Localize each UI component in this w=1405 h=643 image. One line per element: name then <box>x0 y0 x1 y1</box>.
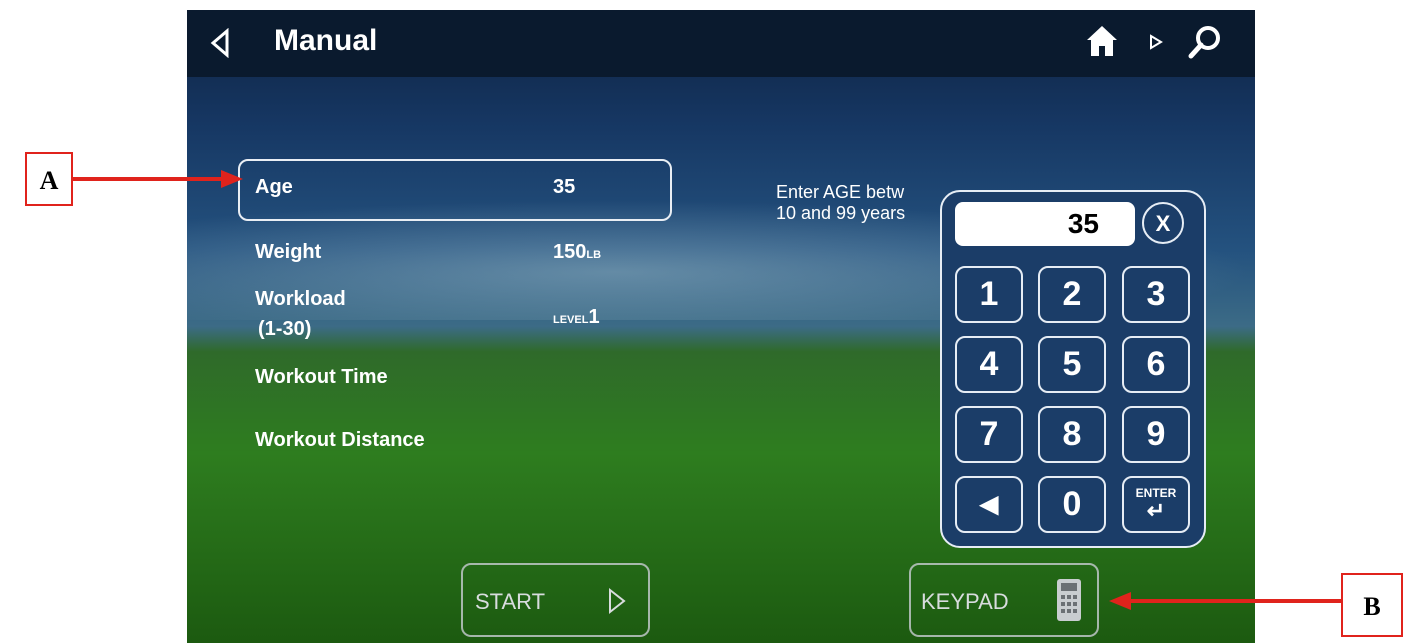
start-button-label: START <box>475 589 546 614</box>
weight-number: 150 <box>553 241 587 263</box>
key-3[interactable]: 3 <box>1122 266 1190 323</box>
key-2[interactable]: 2 <box>1038 266 1106 323</box>
page-title: Manual <box>274 24 378 57</box>
workload-value: LEVEL1 <box>553 306 600 329</box>
calculator-icon <box>1057 579 1081 621</box>
workout-time-label[interactable]: Workout Time <box>255 366 388 389</box>
workload-number: 1 <box>588 306 600 328</box>
weight-value: 150LB <box>553 241 601 264</box>
weight-unit: LB <box>586 249 602 261</box>
home-icon[interactable] <box>1085 24 1119 58</box>
back-icon[interactable] <box>209 28 231 58</box>
key-5[interactable]: 5 <box>1038 336 1106 393</box>
key-6[interactable]: 6 <box>1122 336 1190 393</box>
start-arrow-icon <box>609 587 626 615</box>
key-8[interactable]: 8 <box>1038 406 1106 463</box>
workload-label[interactable]: Workload <box>255 288 346 311</box>
age-hint-line1: Enter AGE betw <box>776 182 905 202</box>
weight-label[interactable]: Weight <box>255 241 321 264</box>
search-icon[interactable] <box>1187 24 1223 60</box>
callout-a: A <box>25 152 73 206</box>
machine-screen: Manual Age 35 Weight 150LB Workload (1-3… <box>187 10 1255 643</box>
callout-b: B <box>1341 573 1403 637</box>
age-hint-line2: 10 and 99 years <box>776 203 906 223</box>
top-bar: Manual <box>187 10 1255 77</box>
key-7[interactable]: 7 <box>955 406 1023 463</box>
keypad-button-label: KEYPAD <box>921 589 1009 614</box>
keypad-button[interactable]: KEYPAD <box>909 563 1099 637</box>
age-hint: Enter AGE betw 10 and 99 years <box>776 182 956 224</box>
enter-key[interactable]: ENTER ↵ <box>1122 476 1190 533</box>
numeric-keypad: 35 X 1 2 3 4 5 6 7 8 9 ◀ 0 ENTER ↵ <box>940 190 1206 548</box>
age-row[interactable] <box>238 159 672 221</box>
key-1[interactable]: 1 <box>955 266 1023 323</box>
clear-button[interactable]: X <box>1142 202 1184 244</box>
enter-arrow-icon: ↵ <box>1146 498 1166 523</box>
workload-range: (1-30) <box>258 318 312 340</box>
workout-distance-label[interactable]: Workout Distance <box>255 429 425 452</box>
arrow-b <box>1109 592 1342 610</box>
key-0[interactable]: 0 <box>1038 476 1106 533</box>
arrow-a <box>73 170 243 188</box>
backspace-key[interactable]: ◀ <box>955 476 1023 533</box>
workload-level-prefix: LEVEL <box>553 314 589 326</box>
keypad-display-value: 35 <box>1067 208 1099 239</box>
age-label: Age <box>255 176 293 198</box>
age-value: 35 <box>553 176 576 198</box>
keypad-display: 35 <box>955 202 1135 246</box>
key-4[interactable]: 4 <box>955 336 1023 393</box>
play-icon <box>1150 34 1163 50</box>
start-button[interactable]: START <box>461 563 650 637</box>
key-9[interactable]: 9 <box>1122 406 1190 463</box>
